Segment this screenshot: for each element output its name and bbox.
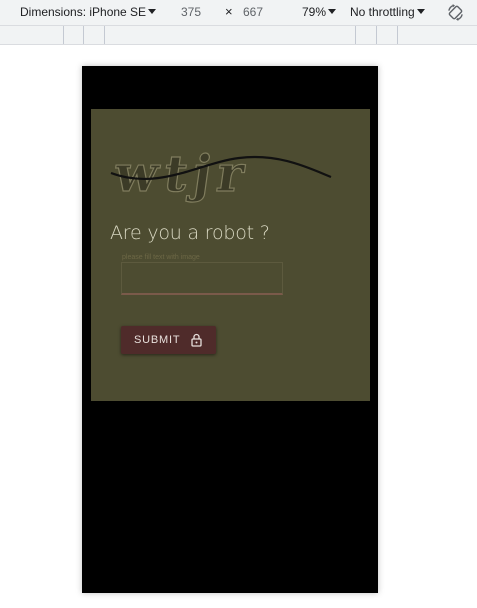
submit-button-label: SUBMIT bbox=[134, 334, 181, 347]
zoom-select[interactable]: 79% bbox=[302, 5, 337, 19]
submit-button[interactable]: SUBMIT bbox=[121, 326, 216, 354]
throttling-select[interactable]: No throttling bbox=[350, 5, 425, 19]
ruler-marker bbox=[104, 26, 105, 44]
captcha-input[interactable] bbox=[121, 262, 283, 295]
media-query-bar[interactable] bbox=[0, 26, 477, 45]
captcha-image: wtjr bbox=[110, 144, 332, 204]
device-select[interactable]: Dimensions: iPhone SE bbox=[20, 5, 157, 19]
throttling-value: No throttling bbox=[350, 5, 415, 19]
caret-down-icon bbox=[148, 9, 157, 15]
captcha-field-label: please fill text with image bbox=[122, 254, 200, 261]
device-select-label: Dimensions: iPhone SE bbox=[20, 5, 147, 19]
ruler-marker bbox=[83, 26, 84, 44]
page-title: Are you a robot ? bbox=[110, 222, 270, 244]
device-viewport: wtjr Are you a robot ? please fill text … bbox=[82, 66, 378, 593]
ruler-marker bbox=[63, 26, 64, 44]
ruler-marker bbox=[376, 26, 377, 44]
rotate-icon[interactable] bbox=[446, 3, 465, 22]
dimension-separator: × bbox=[225, 4, 233, 19]
ruler-marker bbox=[397, 26, 398, 44]
caret-down-icon bbox=[416, 9, 425, 15]
height-input[interactable]: 667 bbox=[243, 5, 263, 19]
ruler-marker bbox=[355, 26, 356, 44]
width-input[interactable]: 375 bbox=[181, 5, 201, 19]
devtools-device-toolbar: Dimensions: iPhone SE 375 × 667 79% No t… bbox=[0, 0, 477, 26]
captcha-card: wtjr Are you a robot ? please fill text … bbox=[91, 109, 370, 401]
lock-icon bbox=[191, 333, 202, 347]
zoom-value: 79% bbox=[302, 5, 327, 19]
caret-down-icon bbox=[328, 9, 337, 15]
